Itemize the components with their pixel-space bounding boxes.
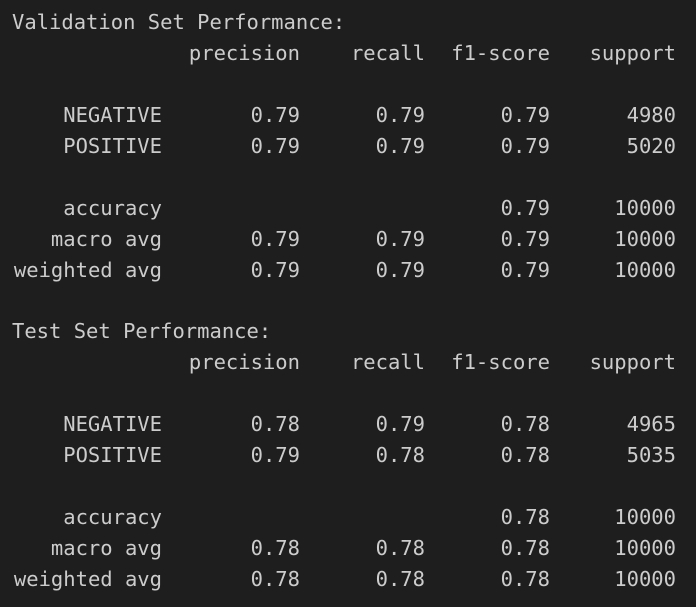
f1-value: 0.78 bbox=[500, 443, 550, 467]
row-label: POSITIVE bbox=[63, 134, 162, 158]
support-value: 4965 bbox=[626, 412, 676, 436]
header-row: precision recall f1-score support bbox=[0, 347, 676, 378]
terminal-output: Validation Set Performance: precision re… bbox=[0, 0, 696, 607]
f1-value: 0.79 bbox=[500, 227, 550, 251]
f1-value: 0.79 bbox=[500, 103, 550, 127]
f1-value: 0.79 bbox=[500, 258, 550, 282]
summary-row: weighted avg 0.78 0.78 0.78 10000 bbox=[0, 564, 676, 595]
precision-value: 0.78 bbox=[250, 567, 300, 591]
f1-value: 0.78 bbox=[500, 567, 550, 591]
row-label: weighted avg bbox=[13, 567, 162, 591]
f1-value: 0.78 bbox=[500, 412, 550, 436]
row-label: accuracy bbox=[63, 196, 162, 220]
section-title: Test Set Performance: bbox=[12, 319, 272, 343]
recall-value: 0.78 bbox=[375, 567, 425, 591]
f1-value: 0.78 bbox=[500, 536, 550, 560]
support-value: 5035 bbox=[626, 443, 676, 467]
support-value: 10000 bbox=[614, 536, 676, 560]
support-value: 10000 bbox=[614, 227, 676, 251]
precision-value: 0.79 bbox=[250, 227, 300, 251]
recall-value: 0.78 bbox=[375, 536, 425, 560]
recall-value: 0.79 bbox=[375, 258, 425, 282]
f1-value: 0.79 bbox=[500, 134, 550, 158]
support-value: 4980 bbox=[626, 103, 676, 127]
summary-row: accuracy 0.79 10000 bbox=[0, 193, 676, 224]
support-value: 10000 bbox=[614, 567, 676, 591]
row-label: POSITIVE bbox=[63, 443, 162, 467]
test-title-line: Test Set Performance: bbox=[0, 316, 271, 347]
support-value: 10000 bbox=[614, 258, 676, 282]
summary-row: accuracy 0.78 10000 bbox=[0, 502, 676, 533]
precision-value: 0.78 bbox=[250, 536, 300, 560]
row-label: accuracy bbox=[63, 505, 162, 529]
precision-value: 0.79 bbox=[250, 103, 300, 127]
section-title: Validation Set Performance: bbox=[12, 10, 346, 34]
precision-value: 0.78 bbox=[250, 412, 300, 436]
support-value: 10000 bbox=[614, 196, 676, 220]
support-value: 5020 bbox=[626, 134, 676, 158]
row-label: NEGATIVE bbox=[63, 103, 162, 127]
f1-value: 0.79 bbox=[500, 196, 550, 220]
header-f1-score: f1-score bbox=[451, 41, 550, 65]
summary-row: macro avg 0.79 0.79 0.79 10000 bbox=[0, 224, 676, 255]
recall-value: 0.78 bbox=[375, 443, 425, 467]
header-precision: precision bbox=[188, 350, 300, 374]
row-label: macro avg bbox=[50, 536, 162, 560]
header-recall: recall bbox=[350, 350, 425, 374]
recall-value: 0.79 bbox=[375, 227, 425, 251]
f1-value: 0.78 bbox=[500, 505, 550, 529]
precision-value: 0.79 bbox=[250, 134, 300, 158]
precision-value: 0.79 bbox=[250, 258, 300, 282]
row-label: NEGATIVE bbox=[63, 412, 162, 436]
header-f1-score: f1-score bbox=[451, 350, 550, 374]
validation-title-line: Validation Set Performance: bbox=[0, 7, 345, 38]
summary-row: weighted avg 0.79 0.79 0.79 10000 bbox=[0, 255, 676, 286]
header-support: support bbox=[589, 350, 676, 374]
table-row: POSITIVE 0.79 0.78 0.78 5035 bbox=[0, 440, 676, 471]
recall-value: 0.79 bbox=[375, 134, 425, 158]
summary-row: macro avg 0.78 0.78 0.78 10000 bbox=[0, 533, 676, 564]
precision-value: 0.79 bbox=[250, 443, 300, 467]
recall-value: 0.79 bbox=[375, 412, 425, 436]
table-row: NEGATIVE 0.79 0.79 0.79 4980 bbox=[0, 100, 676, 131]
table-row: POSITIVE 0.79 0.79 0.79 5020 bbox=[0, 131, 676, 162]
row-label: macro avg bbox=[50, 227, 162, 251]
header-support: support bbox=[589, 41, 676, 65]
table-row: NEGATIVE 0.78 0.79 0.78 4965 bbox=[0, 409, 676, 440]
header-recall: recall bbox=[350, 41, 425, 65]
support-value: 10000 bbox=[614, 505, 676, 529]
recall-value: 0.79 bbox=[375, 103, 425, 127]
row-label: weighted avg bbox=[13, 258, 162, 282]
header-row: precision recall f1-score support bbox=[0, 38, 676, 69]
header-precision: precision bbox=[188, 41, 300, 65]
